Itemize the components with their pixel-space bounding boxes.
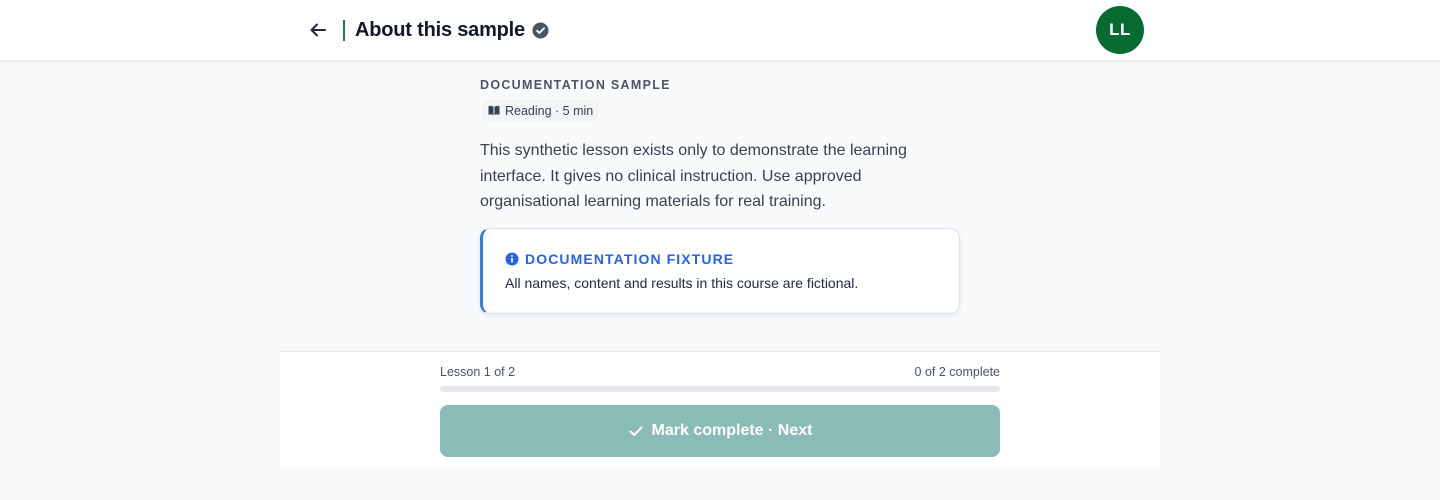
callout-header: DOCUMENTATION FIXTURE xyxy=(505,251,734,267)
progress-bar xyxy=(440,386,1000,392)
title-accent-rule xyxy=(343,20,345,41)
completion-counter: 0 of 2 complete xyxy=(914,365,1000,379)
mark-complete-button[interactable]: Mark complete · Next xyxy=(440,405,1000,457)
lesson-body-text: This synthetic lesson exists only to dem… xyxy=(480,142,907,210)
page-title: About this sample xyxy=(355,19,525,41)
back-button[interactable] xyxy=(304,16,332,44)
lesson-progress-panel: Lesson 1 of 2 0 of 2 complete Mark compl… xyxy=(280,351,1160,468)
book-icon xyxy=(488,105,500,116)
check-circle-icon xyxy=(532,22,549,39)
user-avatar[interactable]: LL xyxy=(1096,6,1144,54)
check-icon xyxy=(629,426,643,436)
lesson-eyebrow: DOCUMENTATION SAMPLE xyxy=(480,78,671,92)
info-callout: DOCUMENTATION FIXTURE All names, content… xyxy=(480,228,960,314)
info-icon xyxy=(505,252,519,266)
mark-complete-label: Mark complete · Next xyxy=(651,422,813,439)
callout-title: DOCUMENTATION FIXTURE xyxy=(525,251,735,267)
top-bar: About this sample LL xyxy=(0,0,1440,61)
arrow-left-icon xyxy=(310,23,326,37)
lesson-meta-chip: Reading · 5 min xyxy=(482,100,600,121)
lesson-counter: Lesson 1 of 2 xyxy=(440,365,516,379)
lesson-meta-text: Reading · 5 min xyxy=(505,103,594,118)
callout-text: All names, content and results in this c… xyxy=(505,275,859,291)
